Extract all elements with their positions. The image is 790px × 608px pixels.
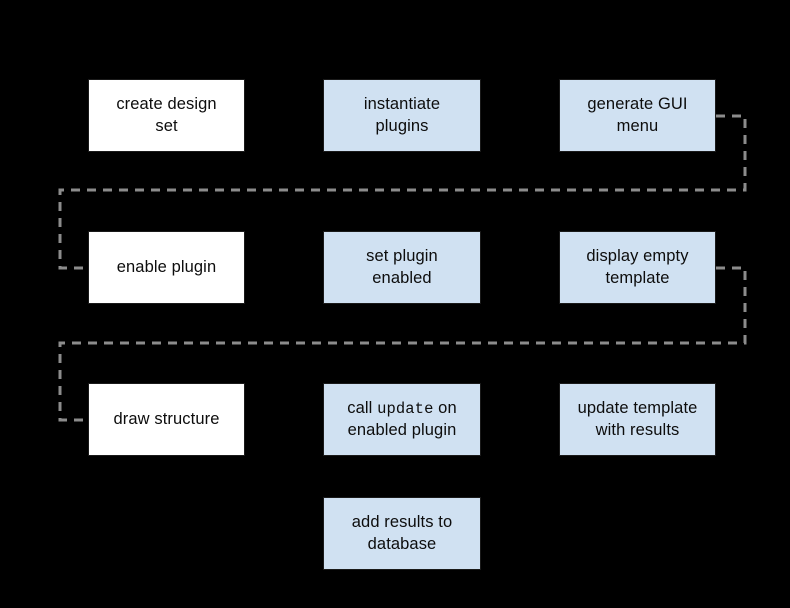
- node-label: create design set: [116, 95, 217, 135]
- node-add-results-to-database[interactable]: add results to database: [323, 497, 481, 570]
- node-instantiate-plugins[interactable]: instantiate plugins: [323, 79, 481, 152]
- node-label: enable plugin: [116, 257, 217, 276]
- flowchart-diagram: create design set instantiate plugins gene…: [0, 0, 790, 608]
- node-label: instantiate plugins: [363, 95, 441, 135]
- node-label: display empty template: [586, 247, 689, 287]
- node-label: generate GUI menu: [587, 95, 688, 135]
- node-draw-structure[interactable]: draw structure: [88, 383, 245, 456]
- node-enable-plugin[interactable]: enable plugin: [88, 231, 245, 304]
- node-create-design-set[interactable]: create design set: [88, 79, 245, 152]
- node-generate-gui-menu[interactable]: generate GUI menu: [559, 79, 716, 152]
- node-set-plugin-enabled[interactable]: set plugin enabled: [323, 231, 481, 304]
- node-display-empty-template[interactable]: display empty template: [559, 231, 716, 304]
- node-label: draw structure: [113, 409, 220, 428]
- node-label: set plugin enabled: [366, 247, 438, 287]
- node-label: add results to database: [351, 513, 453, 553]
- node-update-template-with-results[interactable]: update template with results: [559, 383, 716, 456]
- node-call-update-on-enabled-plugin[interactable]: call update on enabled plugin: [323, 383, 481, 456]
- node-label: call update on enabled plugin: [347, 399, 457, 439]
- node-label: update template with results: [577, 399, 698, 439]
